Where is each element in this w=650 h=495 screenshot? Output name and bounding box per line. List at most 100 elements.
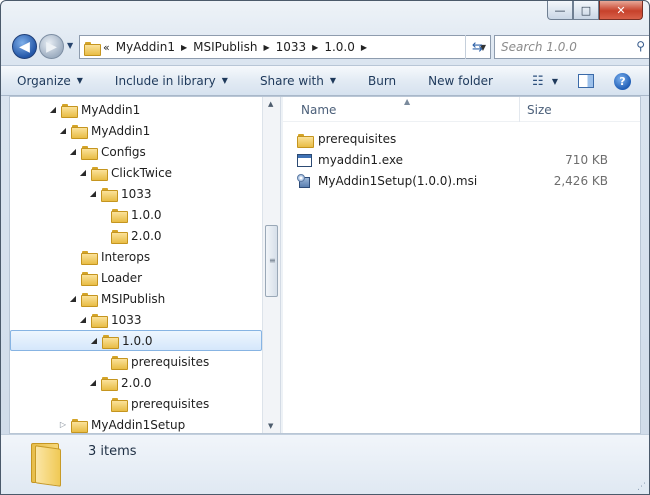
tree-item-label: MyAddin1 <box>91 123 151 138</box>
new-folder-button[interactable]: New folder <box>428 74 493 88</box>
scroll-up-arrow[interactable]: ▲ <box>268 100 273 108</box>
tree-item[interactable]: ◢ 1.0.0 <box>10 330 262 351</box>
recent-pages-dropdown[interactable]: ▼ <box>67 41 73 50</box>
collapse-arrow-icon[interactable]: ◢ <box>58 126 68 135</box>
scrollbar-thumb[interactable]: ≡ <box>265 225 278 297</box>
expand-arrow-icon[interactable]: ▷ <box>58 420 68 429</box>
collapse-arrow-icon[interactable]: ◢ <box>89 336 99 345</box>
file-row[interactable]: MyAddin1Setup(1.0.0).msi 2,426 KB <box>297 171 637 191</box>
tree-item[interactable]: ◢ MyAddin1 <box>10 120 262 141</box>
resize-grip[interactable]: ⋰ <box>637 482 646 492</box>
back-button[interactable]: ◀ <box>12 34 37 59</box>
navigation-pane: ◢ MyAddin1 ◢ MyAddin1 ◢ Configs ◢ ClickTwice ◢ 10… <box>10 97 262 433</box>
caption-buttons: — □ ✕ <box>547 1 643 20</box>
help-icon: ? <box>619 74 626 88</box>
grip-icon: ≡ <box>269 256 276 265</box>
tree-item-label: 1033 <box>111 312 142 327</box>
chevron-down-icon: ▼ <box>329 76 336 85</box>
file-name: myaddin1.exe <box>318 153 404 167</box>
views-dropdown[interactable]: ▼ <box>552 77 558 86</box>
change-view-button[interactable]: ☷ <box>526 72 550 90</box>
breadcrumb-separator[interactable]: ▶ <box>312 43 318 52</box>
tree-item[interactable]: ◢ ClickTwice <box>10 162 262 183</box>
breadcrumb-overflow[interactable]: « <box>103 41 110 54</box>
folder-icon <box>102 334 119 349</box>
tree-item-label: MyAddin1Setup <box>91 417 186 432</box>
tree-item[interactable]: 1.0.0 <box>10 204 262 225</box>
preview-pane-button[interactable] <box>578 74 594 88</box>
address-row: ◀ ▶ ▼ « MyAddin1 ▶ MSIPublish ▶ 1033 ▶ 1… <box>9 32 649 60</box>
explorer-window: — □ ✕ ◀ ▶ ▼ « MyAddin1 ▶ MSIPublish ▶ 10… <box>0 0 650 495</box>
collapse-arrow-icon[interactable]: ◢ <box>68 294 78 303</box>
views-icon: ☷ <box>532 73 544 89</box>
tree-item-label: Configs <box>101 144 146 159</box>
tree-item[interactable]: ▷ MyAddin1Setup <box>10 414 262 433</box>
column-header-row: Name ▲ Size <box>283 97 640 122</box>
breadcrumb-myaddin1[interactable]: MyAddin1 <box>116 40 175 54</box>
file-row[interactable]: myaddin1.exe 710 KB <box>297 150 637 170</box>
command-bar: Organize ▼ Include in library ▼ Share with… <box>1 65 649 96</box>
folder-icon <box>61 103 78 118</box>
collapse-arrow-icon[interactable]: ◢ <box>88 378 98 387</box>
tree-item[interactable]: 2.0.0 <box>10 225 262 246</box>
tree-item-label: prerequisites <box>131 396 210 411</box>
breadcrumb-separator[interactable]: ▶ <box>361 43 367 52</box>
tree-item[interactable]: ◢ MyAddin1 <box>10 99 262 120</box>
minimize-button[interactable]: — <box>547 1 573 20</box>
collapse-arrow-icon[interactable]: ◢ <box>88 189 98 198</box>
folder-icon <box>71 418 88 433</box>
folder-icon <box>81 250 98 265</box>
tree-item[interactable]: prerequisites <box>10 393 262 414</box>
breadcrumb-separator[interactable]: ▶ <box>181 43 187 52</box>
tree-item-label: MSIPublish <box>101 291 166 306</box>
breadcrumb-separator[interactable]: ▶ <box>263 43 269 52</box>
search-input[interactable]: Search 1.0.0 ⚲ <box>494 35 649 59</box>
tree-item[interactable]: ◢ 2.0.0 <box>10 372 262 393</box>
refresh-button[interactable]: ⇆ <box>465 35 489 59</box>
collapse-arrow-icon[interactable]: ◢ <box>78 168 88 177</box>
column-header-size[interactable]: Size <box>527 103 552 117</box>
tree-item[interactable]: Loader <box>10 267 262 288</box>
folder-icon <box>111 208 128 223</box>
tree-item[interactable]: ◢ 1033 <box>10 183 262 204</box>
share-with-button[interactable]: Share with ▼ <box>260 74 336 88</box>
command-bar-right: ☷ ▼ ? <box>526 72 631 90</box>
breadcrumb-1-0-0[interactable]: 1.0.0 <box>324 40 355 54</box>
search-placeholder: Search 1.0.0 <box>501 40 577 54</box>
collapse-arrow-icon[interactable]: ◢ <box>68 147 78 156</box>
tree-item[interactable]: ◢ Configs <box>10 141 262 162</box>
file-size: 710 KB <box>565 153 608 167</box>
item-count: 3 items <box>88 444 137 459</box>
collapse-arrow-icon[interactable]: ◢ <box>78 315 88 324</box>
column-divider[interactable] <box>519 97 520 122</box>
navigation-scrollbar[interactable]: ▲ ≡ ▼ <box>262 97 280 433</box>
forward-button[interactable]: ▶ <box>39 34 64 59</box>
breadcrumb-msipublish[interactable]: MSIPublish <box>193 40 257 54</box>
column-header-name[interactable]: Name <box>301 103 336 117</box>
breadcrumb-1033[interactable]: 1033 <box>276 40 307 54</box>
folder-icon <box>71 124 88 139</box>
tree-item-label: MyAddin1 <box>81 102 141 117</box>
organize-button[interactable]: Organize ▼ <box>17 74 83 88</box>
folder-icon <box>101 376 118 391</box>
maximize-button[interactable]: □ <box>573 1 599 20</box>
address-bar[interactable]: « MyAddin1 ▶ MSIPublish ▶ 1033 ▶ 1.0.0 ▶… <box>79 35 491 59</box>
collapse-arrow-icon[interactable]: ◢ <box>48 105 58 114</box>
tree-item-label: 1033 <box>121 186 152 201</box>
refresh-icon: ⇆ <box>472 39 483 55</box>
tree-item[interactable]: ◢ 1033 <box>10 309 262 330</box>
file-list: Name ▲ Size prerequisites myaddin1.exe 710… <box>283 97 640 433</box>
folder-icon <box>111 397 128 412</box>
close-button[interactable]: ✕ <box>599 1 643 20</box>
tree-item[interactable]: Interops <box>10 246 262 267</box>
help-button[interactable]: ? <box>614 72 631 90</box>
arrow-left-icon: ◀ <box>19 38 30 55</box>
folder-icon <box>81 271 98 286</box>
file-size: 2,426 KB <box>553 174 608 188</box>
tree-item[interactable]: ◢ MSIPublish <box>10 288 262 309</box>
scroll-down-arrow[interactable]: ▼ <box>268 422 273 430</box>
burn-button[interactable]: Burn <box>368 74 396 88</box>
include-in-library-button[interactable]: Include in library ▼ <box>115 74 228 88</box>
tree-item[interactable]: prerequisites <box>10 351 262 372</box>
file-row[interactable]: prerequisites <box>297 129 637 149</box>
